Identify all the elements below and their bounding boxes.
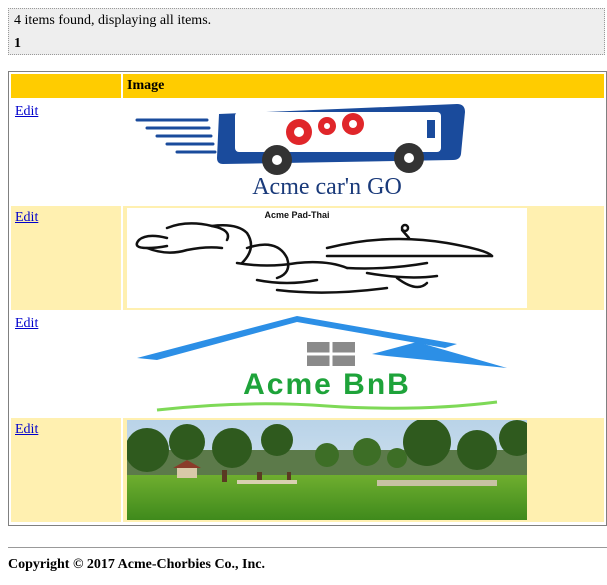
acme-bnb-logo-text: Acme BnB [243,368,411,401]
column-header-actions [11,74,121,98]
copyright-text: Copyright © 2017 Acme-Chorbies Co., Inc. [8,557,266,572]
table-row-3-image: Acme BnB [123,312,604,416]
edit-link[interactable]: Edit [15,422,38,438]
acme-pad-thai-logo: Acme Pad-Thai [127,208,527,308]
table-row-1-actions: Edit [11,100,121,204]
edit-link[interactable]: Edit [15,210,38,226]
results-table: Image Edit Acme car'n GO Edit Acme Pad-T… [8,71,607,526]
results-banner: 4 items found, displaying all items. 1 [8,8,605,55]
column-header-image-label: Image [127,78,165,93]
footer-divider [8,547,607,548]
table-row-2-actions: Edit [11,206,121,310]
edit-link[interactable]: Edit [15,316,38,332]
table-row-4-actions: Edit [11,418,121,522]
park-photo [127,420,527,520]
items-found-text: 4 items found, displaying all items. [14,13,212,28]
acme-carngo-logo: Acme car'n GO [127,102,527,202]
acme-bnb-logo: Acme BnB [127,314,527,414]
column-header-image[interactable]: Image [123,74,604,98]
edit-link[interactable]: Edit [15,104,38,120]
acme-carngo-logo-text: Acme car'n GO [252,174,402,200]
table-row-3-actions: Edit [11,312,121,416]
table-row-1-image: Acme car'n GO [123,100,604,204]
table-row-4-image [123,418,604,522]
table-row-2-image: Acme Pad-Thai [123,206,604,310]
acme-pad-thai-logo-text: Acme Pad-Thai [264,210,329,220]
page-number[interactable]: 1 [14,36,21,52]
